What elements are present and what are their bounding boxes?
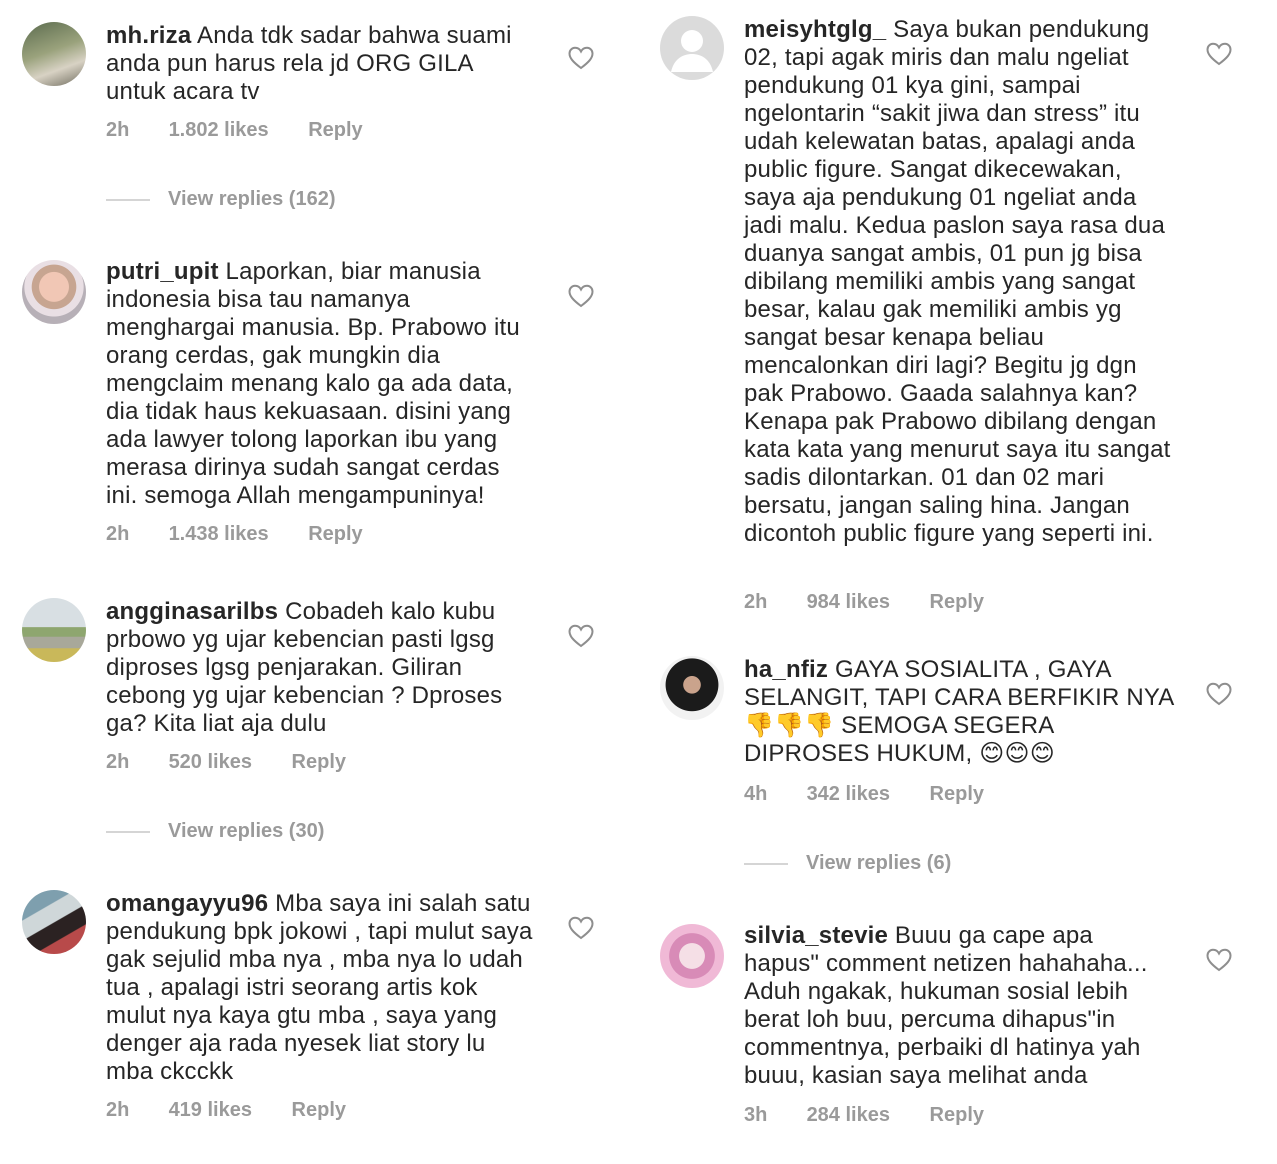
view-replies-label[interactable]: View replies (162)	[168, 188, 336, 210]
comment-username[interactable]: mh.riza	[106, 22, 191, 49]
comment-item: meisyhtglg_ Saya bukan pendukung 02, tap…	[660, 16, 1260, 626]
comment-item: omangayyu96 Mba saya ini salah satu pend…	[22, 890, 622, 1130]
heart-icon[interactable]	[568, 916, 594, 940]
comment-time: 2h	[744, 591, 768, 613]
avatar[interactable]	[660, 16, 724, 80]
comment-body: putri_upit Laporkan, biar manusia indone…	[106, 258, 536, 510]
reply-button[interactable]: Reply	[930, 591, 984, 614]
comment-time: 2h	[106, 751, 130, 773]
comment-username[interactable]: meisyhtglg_	[744, 16, 886, 43]
avatar[interactable]	[22, 890, 86, 954]
avatar[interactable]	[660, 924, 724, 988]
comment-text: Laporkan, biar manusia indonesia bisa ta…	[106, 258, 520, 509]
avatar[interactable]	[22, 598, 86, 662]
view-replies-label[interactable]: View replies (6)	[806, 852, 951, 874]
reply-button[interactable]: Reply	[308, 523, 362, 546]
comment-likes[interactable]: 520 likes	[169, 751, 252, 774]
comment-body: silvia_stevie Buuu ga cape apa hapus" co…	[744, 922, 1174, 1090]
comment-username[interactable]: ha_nfiz	[744, 656, 828, 683]
comment-username[interactable]: silvia_stevie	[744, 922, 888, 949]
view-replies-label[interactable]: View replies (30)	[168, 820, 324, 842]
comment-likes[interactable]: 1.802 likes	[169, 119, 269, 142]
heart-icon[interactable]	[568, 284, 594, 308]
comment-likes[interactable]: 1.438 likes	[169, 523, 269, 546]
comment-username[interactable]: angginasarilbs	[106, 598, 278, 625]
view-replies[interactable]: View replies (30)	[106, 820, 324, 843]
reply-button[interactable]: Reply	[292, 751, 346, 774]
comment-meta: 2h 520 likes Reply	[106, 751, 346, 774]
heart-icon[interactable]	[568, 624, 594, 648]
heart-icon[interactable]	[1206, 948, 1232, 972]
comment-username[interactable]: putri_upit	[106, 258, 219, 285]
comment-time: 2h	[106, 1099, 130, 1121]
reply-button[interactable]: Reply	[930, 783, 984, 806]
smile-emoji: 😊😊😊	[979, 740, 1055, 767]
reply-button[interactable]: Reply	[308, 119, 362, 142]
divider-line	[106, 198, 150, 201]
comment-likes[interactable]: 984 likes	[807, 591, 890, 614]
comment-time: 2h	[106, 119, 130, 141]
comment-item: silvia_stevie Buuu ga cape apa hapus" co…	[660, 922, 1260, 1142]
heart-icon[interactable]	[1206, 682, 1232, 706]
reply-button[interactable]: Reply	[930, 1104, 984, 1127]
comment-username[interactable]: omangayyu96	[106, 890, 268, 917]
avatar[interactable]	[660, 656, 724, 720]
comment-item: putri_upit Laporkan, biar manusia indone…	[22, 258, 622, 558]
comment-time: 4h	[744, 783, 768, 805]
comment-meta: 2h 419 likes Reply	[106, 1099, 346, 1122]
heart-icon[interactable]	[1206, 42, 1232, 66]
default-user-icon	[671, 30, 713, 72]
comment-meta: 4h 342 likes Reply	[744, 783, 984, 806]
comment-time: 2h	[106, 523, 130, 545]
comment-body: mh.riza Anda tdk sadar bahwa suami anda …	[106, 22, 536, 106]
view-replies[interactable]: View replies (6)	[744, 852, 951, 875]
comment-text: Mba saya ini salah satu pendukung bpk jo…	[106, 890, 533, 1085]
divider-line	[106, 830, 150, 833]
comment-meta: 2h 1.802 likes Reply	[106, 119, 363, 142]
comment-time: 3h	[744, 1104, 768, 1126]
comment-meta: 2h 984 likes Reply	[744, 591, 984, 614]
comment-likes[interactable]: 342 likes	[807, 783, 890, 806]
comment-likes[interactable]: 419 likes	[169, 1099, 252, 1122]
heart-icon[interactable]	[568, 46, 594, 70]
avatar[interactable]	[22, 22, 86, 86]
comment-meta: 3h 284 likes Reply	[744, 1104, 984, 1127]
comment-body: angginasarilbs Cobadeh kalo kubu prbowo …	[106, 598, 536, 738]
comment-meta: 2h 1.438 likes Reply	[106, 523, 363, 546]
reply-button[interactable]: Reply	[292, 1099, 346, 1122]
comment-item: mh.riza Anda tdk sadar bahwa suami anda …	[22, 22, 622, 222]
avatar[interactable]	[22, 260, 86, 324]
divider-line	[744, 862, 788, 865]
comment-text: Saya bukan pendukung 02, tapi agak miris…	[744, 16, 1171, 547]
comment-item: angginasarilbs Cobadeh kalo kubu prbowo …	[22, 598, 622, 848]
view-replies[interactable]: View replies (162)	[106, 188, 336, 211]
comment-body: ha_nfiz GAYA SOSIALITA , GAYA SELANGIT, …	[744, 656, 1174, 768]
comment-likes[interactable]: 284 likes	[807, 1104, 890, 1127]
comment-body: meisyhtglg_ Saya bukan pendukung 02, tap…	[744, 16, 1174, 548]
thumbs-down-emoji: 👎👎👎	[744, 712, 835, 739]
comment-item: ha_nfiz GAYA SOSIALITA , GAYA SELANGIT, …	[660, 656, 1260, 886]
comment-body: omangayyu96 Mba saya ini salah satu pend…	[106, 890, 536, 1086]
